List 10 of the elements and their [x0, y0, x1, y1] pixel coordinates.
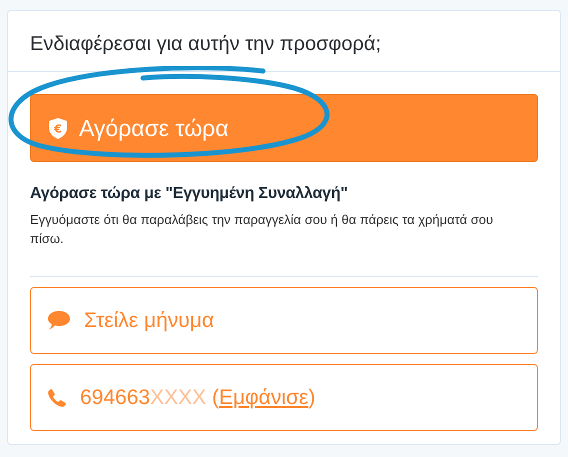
- buy-now-button[interactable]: € Αγόρασε τώρα: [30, 94, 538, 162]
- card-title: Ενδιαφέρεσαι για αυτήν την προσφορά;: [30, 32, 382, 57]
- show-number-link[interactable]: Εμφάνισε: [218, 386, 308, 409]
- speech-bubble-icon: [48, 311, 70, 330]
- phone-number-button[interactable]: 694663XXXX (Εμφάνισε): [30, 364, 538, 431]
- send-message-button[interactable]: Στείλε μήνυμα: [30, 287, 538, 354]
- guarantee-text: Εγγυόμαστε ότι θα παραλάβεις την παραγγελία σου ή θα πάρεις τα χρήματά σου πίσω.: [30, 211, 494, 248]
- shield-euro-icon: €: [49, 118, 67, 138]
- guarantee-title: Αγόρασε τώρα με "Εγγυημένη Συναλλαγή": [30, 184, 349, 204]
- phone-icon: [48, 388, 66, 406]
